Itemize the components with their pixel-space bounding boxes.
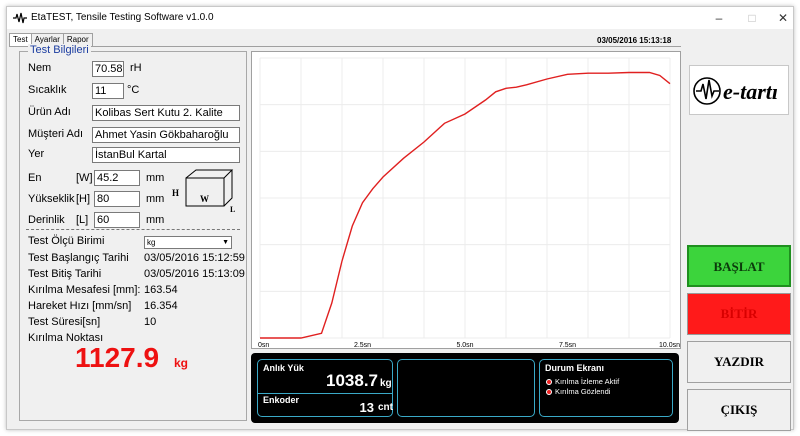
unit-label: Test Ölçü Birimi — [28, 235, 105, 247]
speed-value: 16.354 — [144, 300, 178, 312]
x-tick-label: 0sn — [258, 342, 269, 349]
width-label: En — [28, 172, 42, 184]
height-unit: mm — [146, 193, 165, 205]
end-date-value: 03/05/2016 15:13:09 — [144, 268, 245, 280]
box-dimensions-diagram: H W L — [172, 169, 235, 214]
test-info-panel: Test Bilgileri Nem 70.58 rH Sıcaklık 11 … — [19, 44, 247, 421]
temperature-label: Sıcaklık — [28, 84, 67, 96]
x-axis-ticks: 0sn 2.5sn 5.0sn 7.5sn 10.0sn — [258, 342, 680, 349]
x-tick-label: 10.0sn — [659, 342, 680, 349]
location-label: Yer — [28, 148, 45, 160]
x-tick-label: 7.5sn — [559, 342, 576, 349]
duration-value: 10 — [144, 316, 157, 328]
start-button[interactable]: BAŞLAT — [687, 245, 791, 287]
live-info-panel: Anlık Yük 1038.7 kg Enkoder 13 cnt Durum… — [251, 353, 679, 423]
instant-load-value: 1038.7 — [326, 371, 378, 390]
speed-label: Hareket Hızı [mm/sn] — [28, 300, 132, 312]
stop-button[interactable]: BİTİR — [687, 293, 791, 335]
start-date-value: 03/05/2016 15:12:59 — [144, 252, 245, 264]
close-button[interactable]: ✕ — [771, 10, 795, 26]
break-distance-label: Kırılma Mesafesi [mm]: — [28, 284, 141, 296]
break-point-value: 1127.9 — [75, 342, 160, 373]
chevron-down-icon: ▼ — [222, 239, 229, 246]
x-tick-label: 5.0sn — [456, 342, 473, 349]
logo-text: e-tartı — [723, 79, 778, 104]
height-label: Yükseklik — [28, 193, 75, 205]
section-divider — [26, 229, 240, 230]
title-bar: EtaTEST, Tensile Testing Software v1.0.0… — [7, 7, 793, 29]
current-datetime: 03/05/2016 15:13:18 — [597, 36, 672, 45]
unit-select-value: kg — [147, 238, 156, 247]
width-field[interactable]: 45.2 — [94, 170, 140, 186]
box-w-label: W — [200, 194, 209, 204]
exit-button[interactable]: ÇIKIŞ — [687, 389, 791, 431]
brand-logo: e-tartı — [689, 65, 789, 115]
temperature-field[interactable]: 11 — [92, 83, 124, 99]
product-field[interactable]: Kolibas Sert Kutu 2. Kalite — [92, 105, 240, 121]
location-field[interactable]: İstanBul Kartal — [92, 147, 240, 163]
customer-label: Müşteri Adı — [28, 128, 84, 140]
depth-field[interactable]: 60 — [94, 212, 140, 228]
print-button[interactable]: YAZDIR — [687, 341, 791, 383]
width-unit: mm — [146, 172, 165, 184]
product-label: Ürün Adı — [28, 106, 71, 118]
force-chart: 0sn 2.5sn 5.0sn 7.5sn 10.0sn — [251, 51, 681, 349]
status-dot-icon — [546, 379, 552, 385]
pulse-app-icon — [13, 12, 27, 24]
width-code: [W] — [76, 172, 93, 184]
humidity-unit: rH — [130, 62, 142, 74]
encoder-unit: cnt — [378, 402, 393, 413]
height-code: [H] — [76, 193, 91, 205]
status-title: Durum Ekranı — [545, 363, 605, 373]
start-date-label: Test Başlangıç Tarihi — [28, 252, 129, 264]
chart-grid — [259, 57, 671, 339]
instant-load-box: Anlık Yük 1038.7 kg Enkoder 13 cnt — [257, 359, 393, 417]
customer-field[interactable]: Ahmet Yasin Gökbaharoğlu — [92, 127, 240, 143]
encoder-label: Enkoder — [263, 395, 300, 405]
maximize-button[interactable]: □ — [740, 10, 764, 26]
depth-code: [L] — [76, 214, 89, 226]
humidity-label: Nem — [28, 62, 52, 74]
empty-display-box — [397, 359, 535, 417]
control-panel: e-tartı BAŞLAT BİTİR YAZDIR ÇIKIŞ — [685, 51, 793, 431]
encoder-value: 13 — [359, 400, 374, 415]
temperature-unit: °C — [127, 84, 140, 96]
status-item: Kırılma İzleme Aktif — [546, 377, 619, 386]
status-item: Kırılma Gözlendi — [546, 387, 610, 396]
group-title: Test Bilgileri — [28, 44, 91, 56]
box-l-label: L — [230, 205, 235, 214]
tab-divider — [9, 46, 681, 47]
humidity-field[interactable]: 70.58 — [92, 61, 124, 77]
end-date-label: Test Bitiş Tarihi — [28, 268, 102, 280]
box-h-label: H — [172, 188, 179, 198]
depth-unit: mm — [146, 214, 165, 226]
chart-svg: 0sn 2.5sn 5.0sn 7.5sn 10.0sn — [258, 57, 680, 349]
status-box: Durum Ekranı Kırılma İzleme Aktif Kırılm… — [539, 359, 673, 417]
window-title: EtaTEST, Tensile Testing Software v1.0.0 — [31, 12, 214, 23]
duration-label: Test Süresi[sn] — [28, 316, 101, 328]
pulse-wave-icon: e-tartı — [693, 77, 778, 105]
app-window: EtaTEST, Tensile Testing Software v1.0.0… — [6, 6, 794, 431]
height-field[interactable]: 80 — [94, 191, 140, 207]
break-distance-value: 163.54 — [144, 284, 178, 296]
status-dot-icon — [546, 389, 552, 395]
unit-select[interactable]: kg ▼ — [144, 236, 232, 249]
depth-label: Derinlik — [28, 214, 65, 226]
break-point-unit: kg — [174, 356, 189, 370]
x-tick-label: 2.5sn — [354, 342, 371, 349]
info-separator — [258, 393, 392, 394]
instant-load-unit: kg — [380, 378, 392, 389]
minimize-button[interactable]: – — [707, 10, 731, 26]
